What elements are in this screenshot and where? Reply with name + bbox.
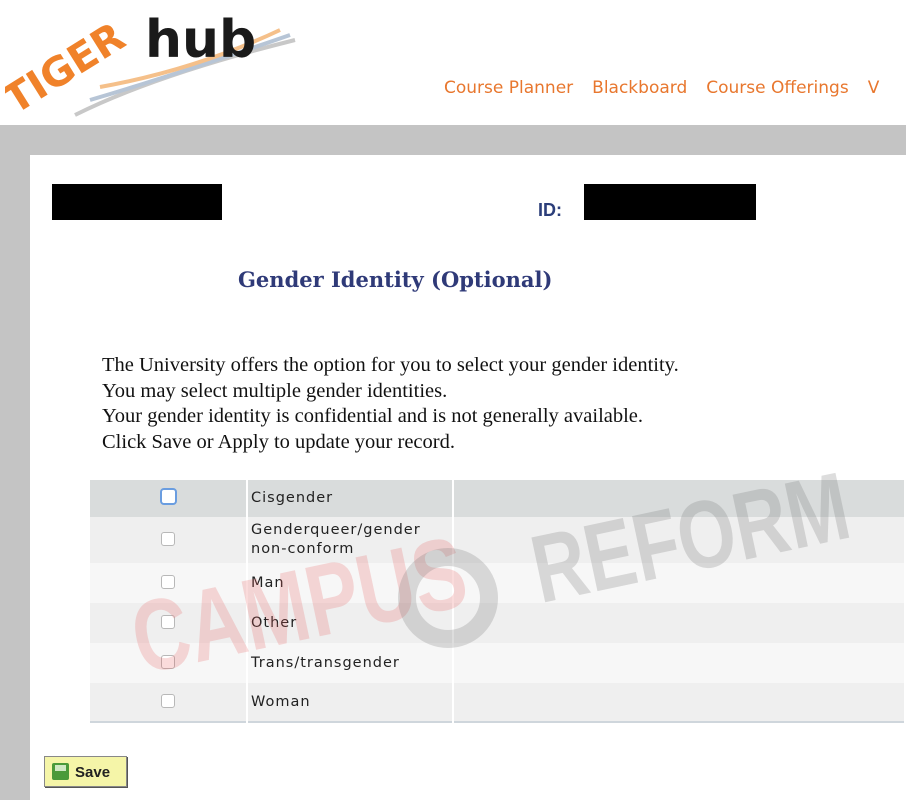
- nav-course-offerings[interactable]: Course Offerings: [706, 78, 848, 98]
- intro-line: Click Save or Apply to update your recor…: [102, 430, 455, 453]
- option-label: Genderqueer/gender non-conform: [247, 517, 454, 563]
- header: TIGER hub Course Planner Blackboard Course…: [0, 0, 906, 125]
- checkbox-trans[interactable]: [161, 654, 175, 669]
- redacted-id: [584, 184, 756, 220]
- svg-text:hub: hub: [145, 10, 256, 70]
- tigerhub-logo[interactable]: TIGER hub: [5, 5, 305, 120]
- checkbox-other[interactable]: [161, 614, 175, 629]
- redacted-name: [52, 184, 222, 220]
- nav-course-planner[interactable]: Course Planner: [444, 78, 573, 98]
- top-nav: Course Planner Blackboard Course Offerings…: [444, 78, 898, 98]
- option-label: Other: [247, 603, 454, 643]
- table-row: Woman: [90, 683, 906, 722]
- nav-blackboard[interactable]: Blackboard: [592, 78, 687, 98]
- save-disk-icon: [52, 763, 69, 780]
- intro-text: The University offers the option for you…: [102, 353, 679, 455]
- gender-options-table: Cisgender Genderqueer/gender non-conform…: [90, 480, 906, 723]
- checkbox-man[interactable]: [161, 574, 175, 589]
- svg-text:TIGER: TIGER: [5, 14, 133, 120]
- option-label: Trans/transgender: [247, 643, 454, 683]
- table-row: Man: [90, 563, 906, 603]
- save-label: Save: [75, 764, 111, 781]
- option-label: Woman: [247, 683, 454, 722]
- table-row: Cisgender: [90, 480, 906, 517]
- save-button[interactable]: Save: [44, 756, 127, 787]
- checkbox-cisgender[interactable]: [159, 488, 177, 505]
- intro-line: You may select multiple gender identitie…: [102, 379, 448, 402]
- checkbox-woman[interactable]: [161, 693, 175, 708]
- table-row: Trans/transgender: [90, 643, 906, 683]
- option-label: Man: [247, 563, 454, 603]
- intro-line: Your gender identity is confidential and…: [102, 405, 644, 427]
- intro-line: The University offers the option for you…: [102, 354, 679, 376]
- nav-more[interactable]: V: [868, 78, 880, 98]
- id-label: ID:: [538, 200, 562, 220]
- checkbox-genderqueer[interactable]: [161, 531, 175, 546]
- option-label: Cisgender: [247, 480, 454, 517]
- table-row: Genderqueer/gender non-conform: [90, 517, 906, 563]
- table-row: Other: [90, 603, 906, 643]
- page-title: Gender Identity (Optional): [238, 267, 553, 292]
